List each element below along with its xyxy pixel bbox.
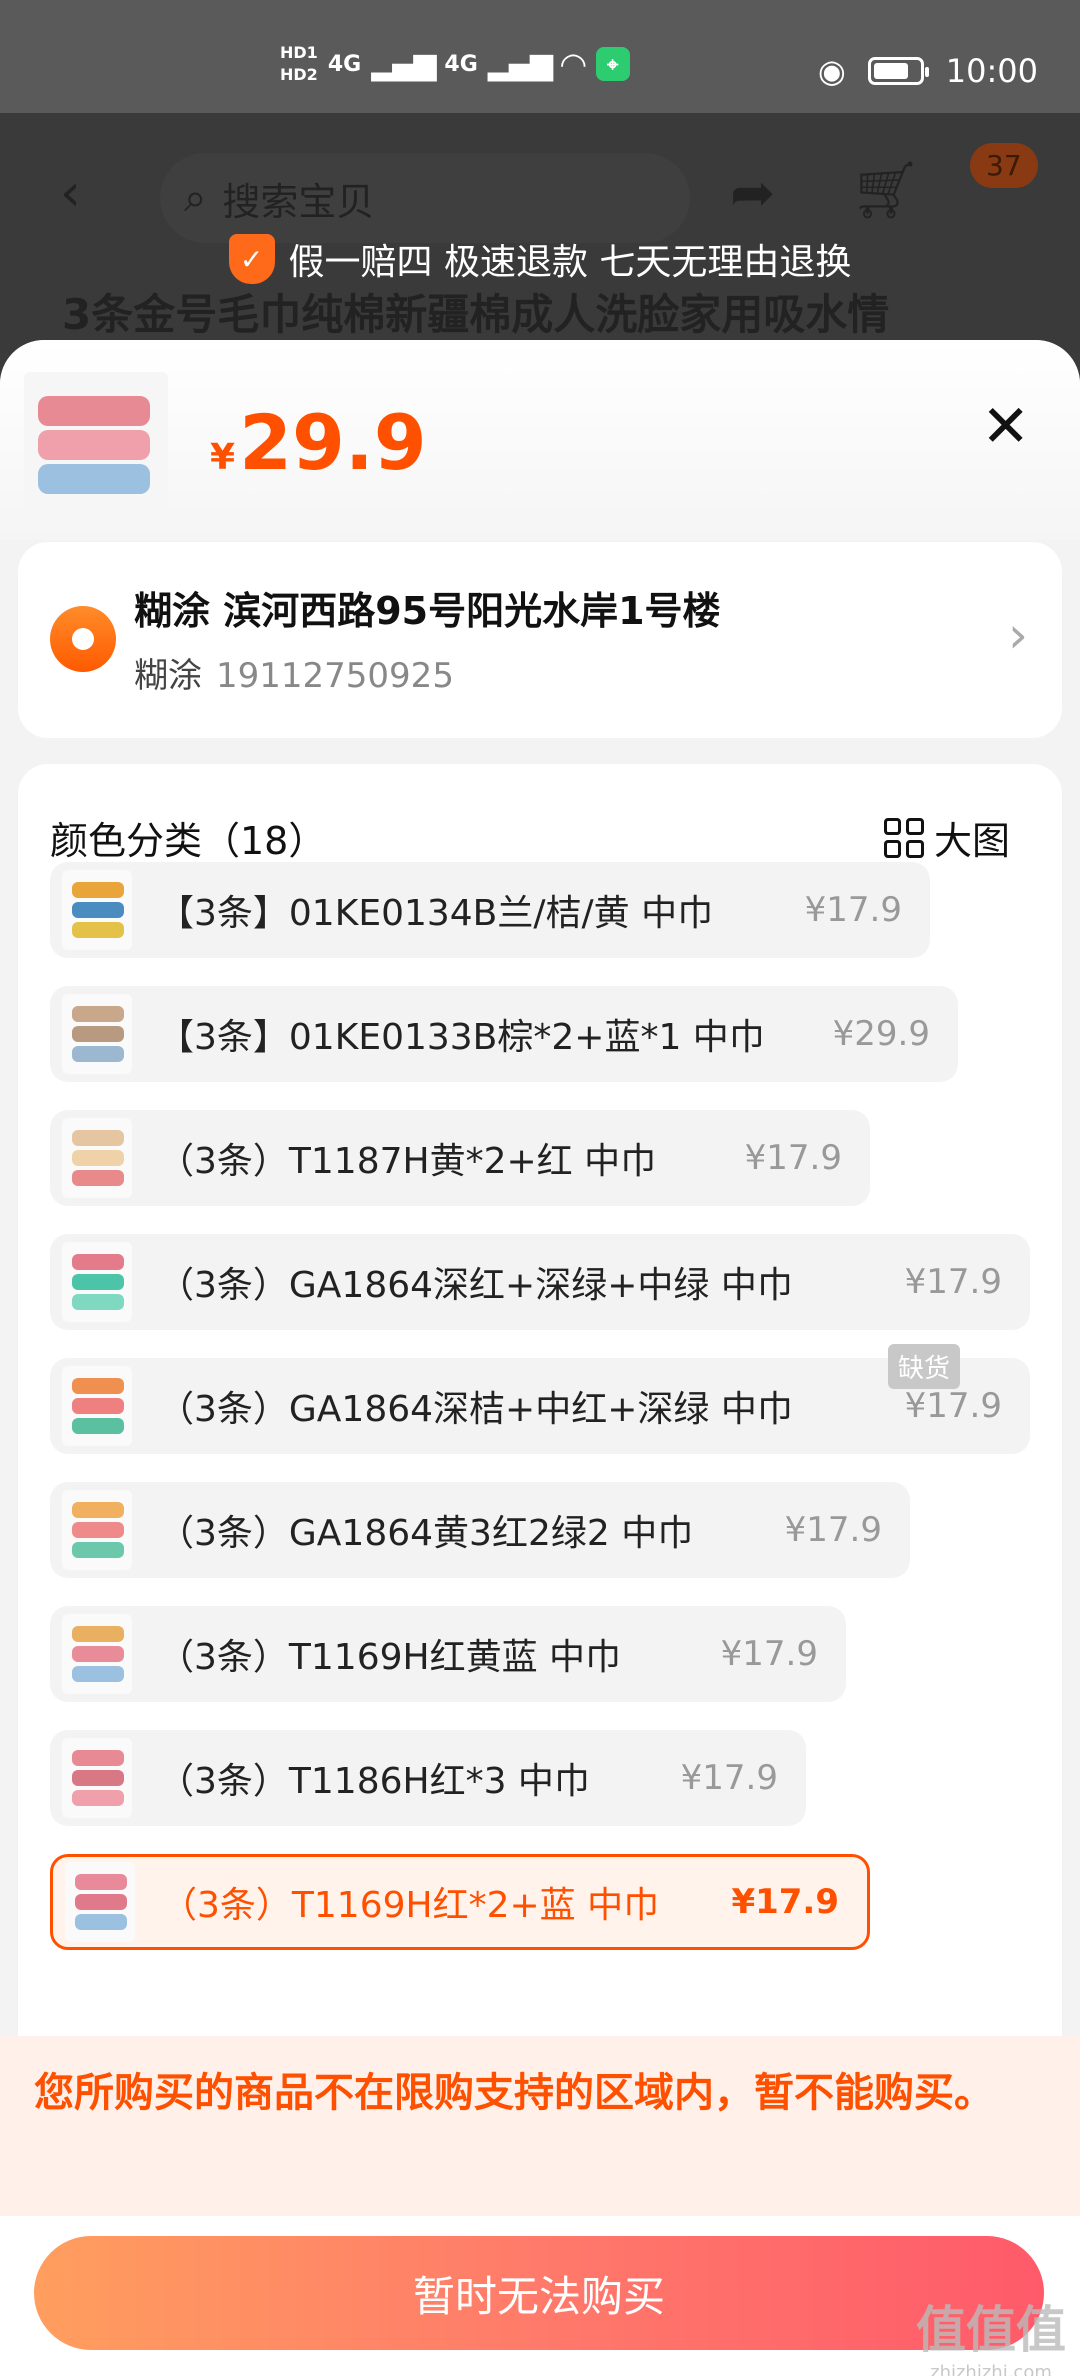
recipient-phone: 19112750925 (216, 656, 454, 696)
close-icon[interactable]: ✕ (981, 392, 1030, 460)
product-title: 3条金号毛巾纯棉新疆棉成人洗脸家用吸水情 (62, 290, 890, 339)
sku-option[interactable]: （3条）T1169H红*2+蓝 中巾 ¥17.9 (50, 1854, 870, 1950)
cart-count-badge: 37 (970, 143, 1038, 188)
sku-option-price: ¥17.9 (904, 1386, 1002, 1426)
sku-option-price: ¥17.9 (784, 1510, 882, 1550)
signal-icon-2: ▂▄▆ (487, 46, 553, 82)
promo-text: 假一赔四 极速退款 七天无理由退换 (288, 242, 852, 283)
address-line: 糊涂 滨河西路95号阳光水岸1号楼 (134, 589, 721, 633)
sku-option-name: （3条）T1186H红*3 中巾 (158, 1761, 590, 1802)
status-left: HD1 HD2 4G ▂▄▆ 4G ▂▄▆ ◠ ⌖ (280, 42, 630, 86)
selected-price: ¥29.9 (210, 398, 427, 487)
network-label: 4G (327, 51, 362, 77)
cart-icon[interactable]: 🛒︎ (850, 157, 921, 223)
sku-option-thumbnail (62, 994, 132, 1074)
sku-option-name: 【3条】01KE0134B兰/桔/黄 中巾 (158, 893, 714, 934)
out-of-stock-tag: 缺货 (888, 1344, 961, 1389)
network-label-2: 4G (444, 51, 478, 77)
product-header: ‹ ⌕ 搜索宝贝 ➦ 🛒︎ 37 ✓ 假一赔四 极速退款 七天无理由退换 3条金… (0, 113, 1080, 353)
clock: 10:00 (945, 52, 1038, 90)
sku-option-thumbnail (65, 1862, 135, 1942)
recipient-name: 糊涂 (134, 656, 202, 696)
sku-option-name: （3条）GA1864深红+深绿+中绿 中巾 (158, 1265, 793, 1306)
sku-option[interactable]: （3条）T1187H黄*2+红 中巾 ¥17.9 (50, 1110, 870, 1206)
sku-option[interactable]: （3条）GA1864深红+深绿+中绿 中巾 ¥17.9 (50, 1234, 1030, 1330)
sku-option-price: ¥29.9 (832, 1014, 930, 1054)
hd1-label: HD1 (280, 43, 318, 62)
location-status-icon: ⌖ (595, 47, 630, 81)
product-thumbnail[interactable] (24, 372, 168, 516)
sku-option-name: （3条）T1169H红*2+蓝 中巾 (161, 1885, 660, 1926)
signal-icon: ▂▄▆ (371, 46, 436, 82)
search-icon: ⌕ (184, 175, 207, 221)
sku-option-price: ¥17.9 (804, 890, 902, 930)
sku-option-thumbnail (62, 1490, 132, 1570)
warning-bar (0, 2036, 1080, 2216)
sku-option-price: ¥17.9 (904, 1262, 1002, 1302)
hd2-label: HD2 (280, 65, 318, 84)
address-contact: 糊涂 19112750925 (134, 648, 454, 697)
currency-symbol: ¥ (210, 437, 236, 478)
price-value: 29.9 (239, 398, 427, 487)
eye-icon: ◉ (817, 52, 846, 90)
watermark-sub: zhizhizhi.com (930, 2362, 1052, 2376)
search-placeholder: 搜索宝贝 (222, 179, 375, 224)
sheet-header: ¥29.9 ✕ (0, 340, 1080, 540)
location-pin-icon (50, 606, 116, 672)
hd-indicator: HD1 HD2 (280, 42, 318, 86)
sku-option-thumbnail (62, 1738, 132, 1818)
status-bar: HD1 HD2 4G ▂▄▆ 4G ▂▄▆ ◠ ⌖ ◉ 10:00 (0, 0, 1080, 113)
wifi-icon: ◠ (561, 45, 586, 83)
sku-option-price: ¥17.9 (680, 1758, 778, 1798)
status-right: ◉ 10:00 (818, 52, 1038, 90)
sku-option-price: ¥17.9 (744, 1138, 842, 1178)
sku-option-name: 【3条】01KE0133B棕*2+蓝*1 中巾 (158, 1017, 765, 1058)
sku-option-price: ¥17.9 (731, 1882, 839, 1922)
region-warning: 您所购买的商品不在限购支持的区域内，暂不能购买。 (34, 2070, 994, 2116)
sku-option-thumbnail (62, 1614, 132, 1694)
battery-icon (867, 57, 929, 85)
sku-option-thumbnail (62, 1118, 132, 1198)
sku-option-name: （3条）GA1864深桔+中红+深绿 中巾 (158, 1389, 793, 1430)
promo-banner: ✓ 假一赔四 极速退款 七天无理由退换 (0, 233, 1080, 285)
back-arrow-icon[interactable]: ‹ (60, 163, 81, 223)
sku-option-name: （3条）T1187H黄*2+红 中巾 (158, 1141, 657, 1182)
sku-option[interactable]: （3条）T1186H红*3 中巾 ¥17.9 (50, 1730, 806, 1826)
sku-option-thumbnail (62, 870, 132, 950)
sku-category-title: 颜色分类（18） (50, 819, 327, 863)
sku-option[interactable]: （3条）GA1864深桔+中红+深绿 中巾 ¥17.9 (50, 1358, 1030, 1454)
sku-option-price: ¥17.9 (720, 1634, 818, 1674)
big-picture-toggle[interactable]: 大图 (883, 810, 1010, 865)
share-icon[interactable]: ➦ (730, 161, 775, 224)
buy-button[interactable]: 暂时无法购买 (34, 2236, 1044, 2350)
watermark-text: 值值值 (916, 2301, 1066, 2359)
sku-option[interactable]: （3条）T1169H红黄蓝 中巾 ¥17.9 (50, 1606, 846, 1702)
sku-option-name: （3条）GA1864黄3红2绿2 中巾 (158, 1513, 694, 1554)
sku-option[interactable]: 【3条】01KE0134B兰/桔/黄 中巾 ¥17.9 (50, 862, 930, 958)
watermark: 值值值 zhizhizhi.com (916, 2290, 1066, 2376)
grid-icon (883, 817, 924, 858)
search-box[interactable]: ⌕ 搜索宝贝 (160, 153, 690, 243)
chevron-right-icon: › (1008, 606, 1028, 664)
sku-option[interactable]: （3条）GA1864黄3红2绿2 中巾 ¥17.9 (50, 1482, 910, 1578)
shield-check-icon: ✓ (228, 234, 275, 284)
sku-option-thumbnail (62, 1366, 132, 1446)
sku-option[interactable]: 【3条】01KE0133B棕*2+蓝*1 中巾 ¥29.9 (50, 986, 958, 1082)
address-card[interactable]: 糊涂 滨河西路95号阳光水岸1号楼 糊涂 19112750925 › (18, 542, 1062, 738)
sku-option-thumbnail (62, 1242, 132, 1322)
big-picture-label: 大图 (933, 819, 1010, 863)
sku-option-name: （3条）T1169H红黄蓝 中巾 (158, 1637, 622, 1678)
